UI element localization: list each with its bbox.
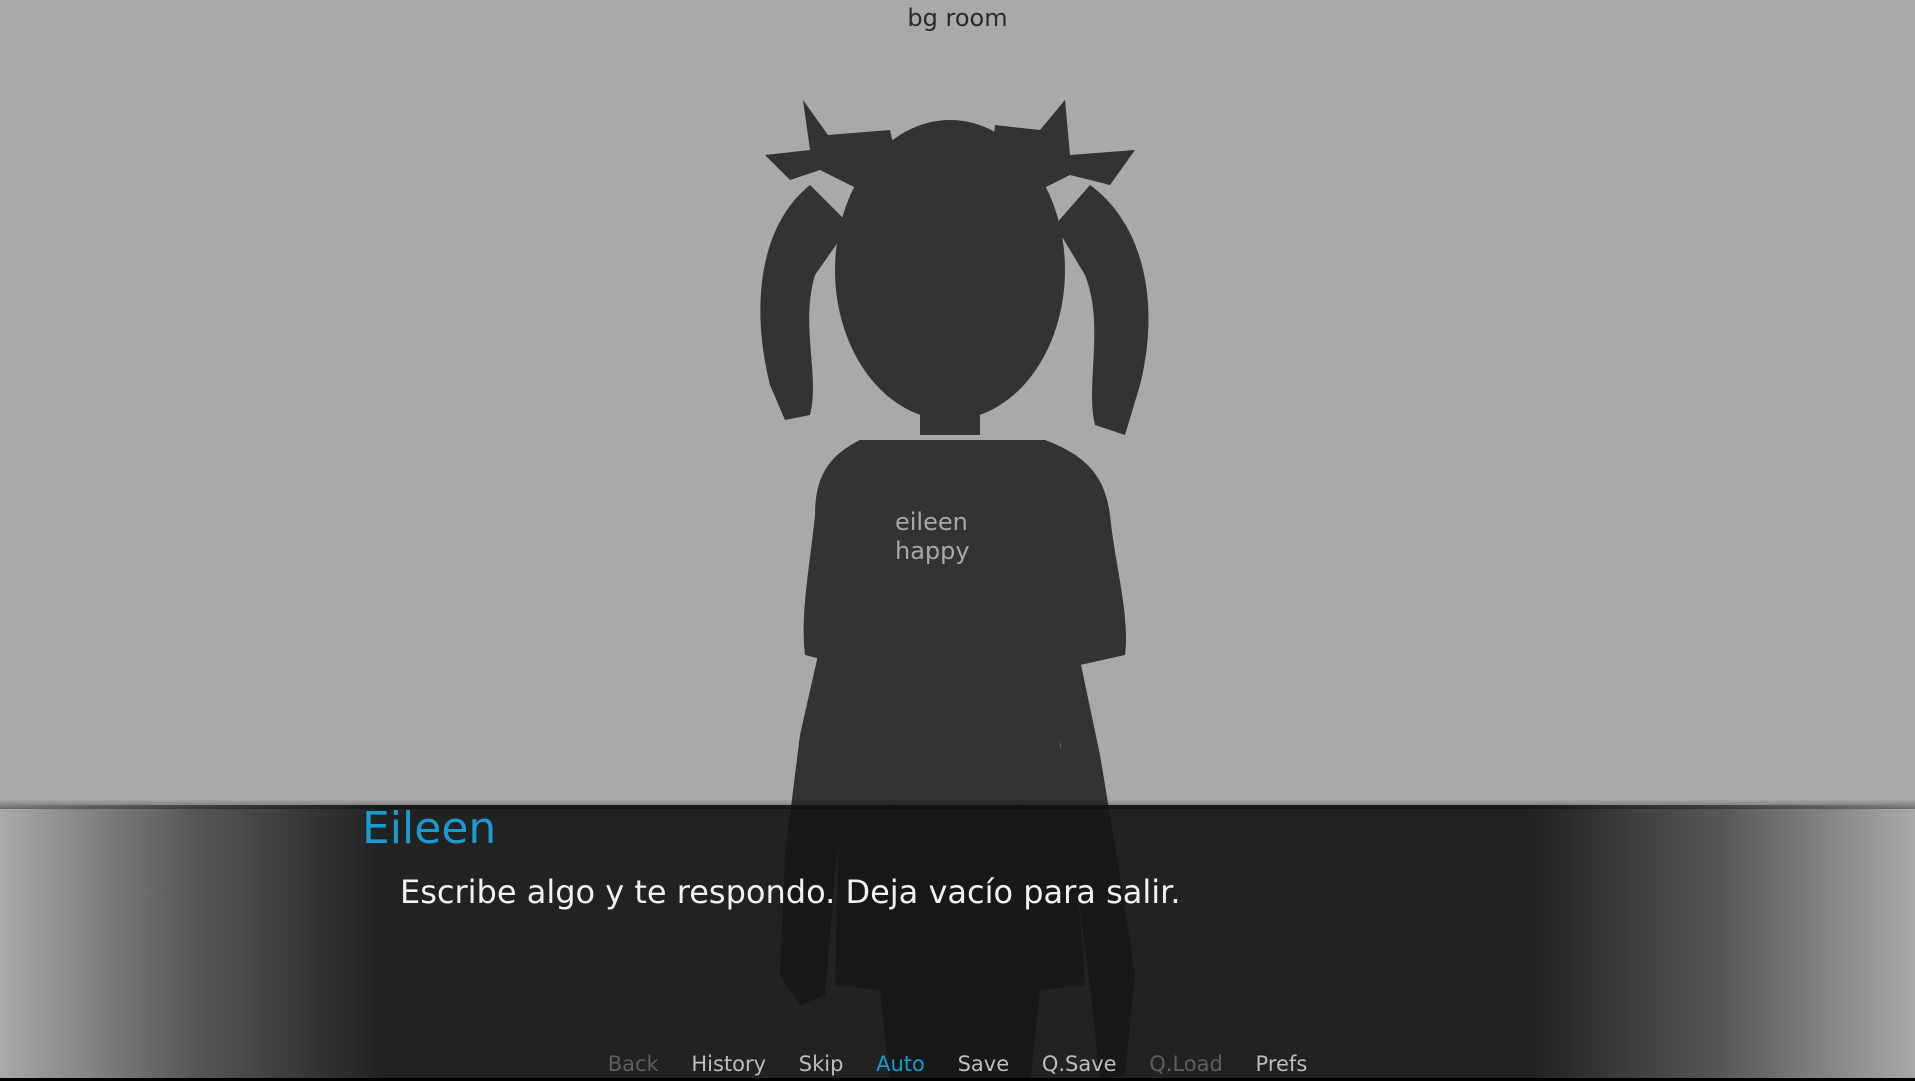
prefs-button[interactable]: Prefs: [1256, 1052, 1308, 1076]
sprite-label-expression: happy: [895, 537, 970, 565]
back-button[interactable]: Back: [608, 1052, 659, 1076]
background-placeholder-label: bg room: [907, 4, 1008, 32]
dialogue-text: Escribe algo y te respondo. Deja vacío p…: [400, 873, 1181, 911]
quick-menu: Back History Skip Auto Save Q.Save Q.Loa…: [0, 1052, 1915, 1076]
quick-load-button[interactable]: Q.Load: [1149, 1052, 1223, 1076]
speaker-name: Eileen: [362, 803, 497, 854]
quick-save-button[interactable]: Q.Save: [1042, 1052, 1117, 1076]
history-button[interactable]: History: [691, 1052, 766, 1076]
auto-button[interactable]: Auto: [876, 1052, 925, 1076]
sprite-label-name: eileen: [895, 508, 968, 536]
sprite-placeholder-label: eileen happy: [895, 508, 970, 566]
skip-button[interactable]: Skip: [799, 1052, 844, 1076]
dialogue-window[interactable]: [0, 799, 1915, 1081]
save-button[interactable]: Save: [958, 1052, 1010, 1076]
game-screen[interactable]: bg room eileen happy Eileen Escribe algo…: [0, 0, 1915, 1081]
